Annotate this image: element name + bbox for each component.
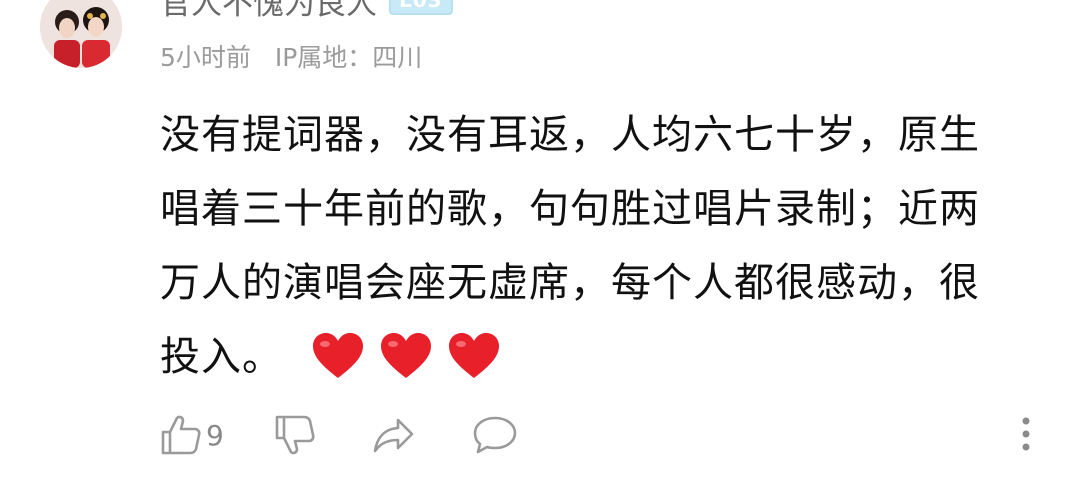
ip-location: IP属地：四川 [274, 43, 423, 72]
comment-card: 官人不愧为良人 L03 5小时前 IP属地：四川 没有提词器，没有耳返，人均六七… [0, 0, 1080, 498]
action-bar: 9 [160, 413, 518, 457]
share-icon [373, 418, 414, 453]
comment-meta: 5小时前 IP属地：四川 [160, 38, 422, 74]
emoji-group [311, 332, 501, 380]
red-heart-icon [381, 333, 431, 378]
red-heart-icon [449, 333, 499, 378]
dislike-button[interactable] [274, 414, 316, 456]
comment-line: 万人的演唱会座无虚席，每个人都很感动，很 [160, 260, 980, 306]
comment-line-last: 投入。 [160, 320, 1020, 394]
comment-bubble-icon [473, 416, 517, 454]
like-count: 9 [206, 418, 224, 452]
comment-line: 唱着三十年前的歌，句句胜过唱片录制；近两 [160, 186, 980, 232]
comment-line: 没有提词器，没有耳返，人均六七十岁，原生 [160, 112, 980, 158]
more-vertical-icon[interactable] [1014, 414, 1038, 454]
comment-time: 5小时前 [160, 43, 251, 72]
thumbs-up-icon [161, 415, 201, 455]
red-heart-icon [313, 333, 363, 378]
avatar-image [40, 0, 122, 68]
thumbs-down-icon [275, 415, 315, 455]
share-button[interactable] [372, 414, 416, 456]
comment-text: 没有提词器，没有耳返，人均六七十岁，原生 唱着三十年前的歌，句句胜过唱片录制；近… [160, 98, 1020, 394]
username-row: 官人不愧为良人 L03 [160, 0, 453, 22]
reply-button[interactable] [472, 414, 518, 456]
username[interactable]: 官人不愧为良人 [160, 0, 377, 23]
level-badge: L03 [389, 0, 453, 15]
like-button[interactable]: 9 [160, 414, 224, 456]
user-avatar[interactable] [40, 0, 122, 68]
comment-line: 投入。 [160, 334, 283, 380]
